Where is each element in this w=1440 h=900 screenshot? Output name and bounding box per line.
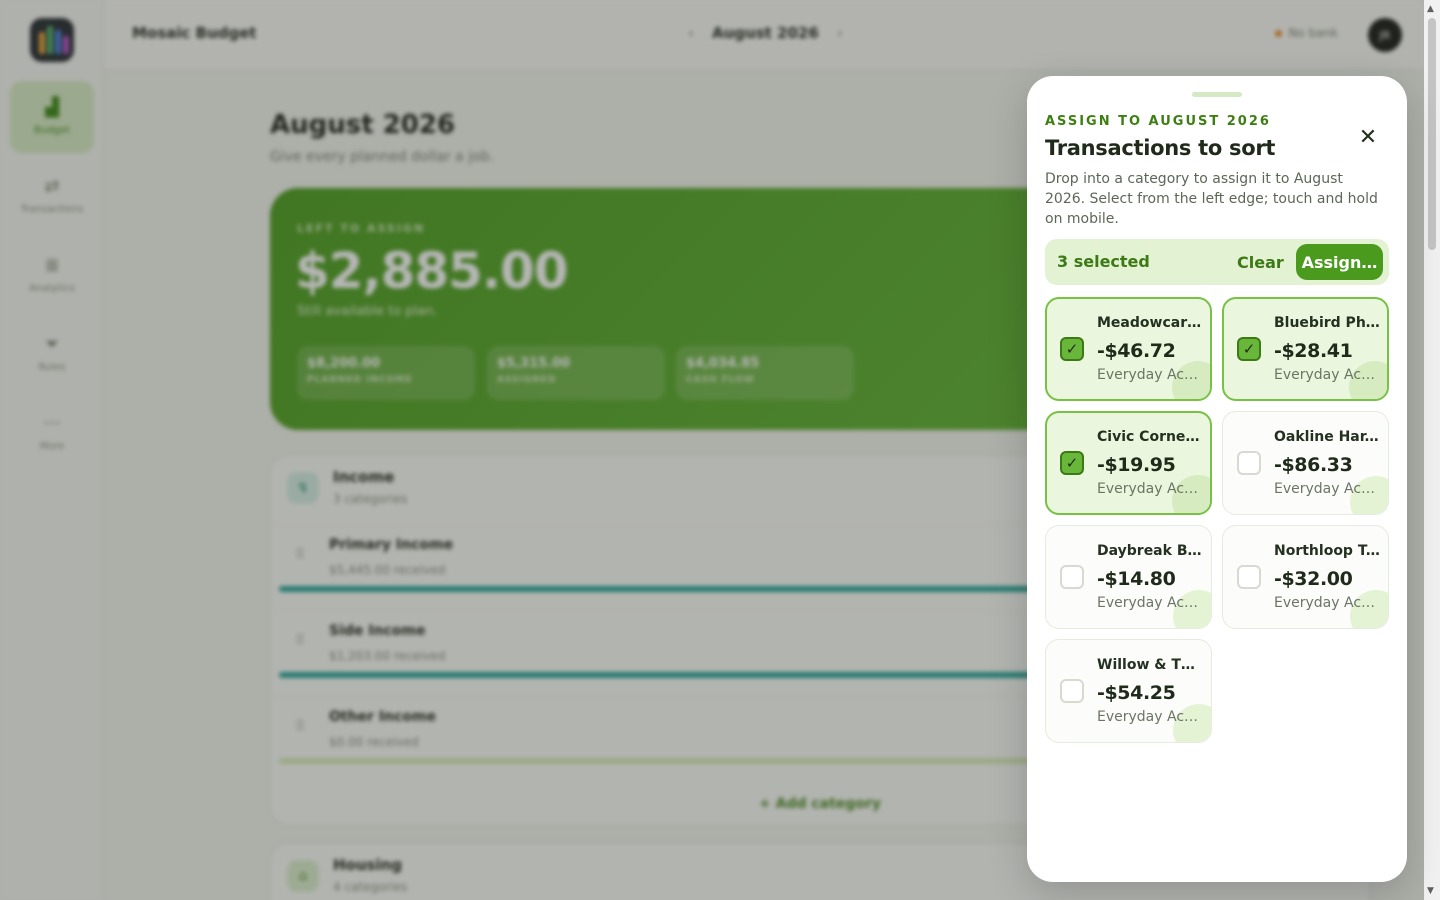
transaction-account: Everyday Acco... bbox=[1097, 709, 1203, 725]
checkbox[interactable] bbox=[1060, 565, 1084, 589]
scroll-down-icon[interactable]: ▼ bbox=[1427, 886, 1434, 896]
transaction-account: Everyday Acco... bbox=[1274, 595, 1380, 611]
selected-count: 3 selected bbox=[1057, 252, 1150, 271]
transaction-account: Everyday Acco... bbox=[1097, 595, 1203, 611]
transaction-card[interactable]: ✓ Meadowcart ... -$46.72 Everyday Acco... bbox=[1045, 297, 1212, 401]
transaction-amount: -$32.00 bbox=[1274, 568, 1353, 590]
transaction-merchant: Civic Corner ... bbox=[1097, 429, 1203, 445]
transaction-merchant: Meadowcart ... bbox=[1097, 315, 1203, 331]
transaction-merchant: Daybreak Ba... bbox=[1097, 543, 1203, 559]
transaction-amount: -$19.95 bbox=[1097, 454, 1176, 476]
checkbox-checked-icon[interactable]: ✓ bbox=[1060, 337, 1084, 361]
transaction-account: Everyday Acco... bbox=[1274, 367, 1380, 383]
transaction-card[interactable]: ✓ Civic Corner ... -$19.95 Everyday Acco... bbox=[1045, 411, 1212, 515]
checkbox[interactable] bbox=[1237, 451, 1261, 475]
scroll-thumb[interactable] bbox=[1428, 18, 1436, 250]
transaction-merchant: Willow & Thr... bbox=[1097, 657, 1203, 673]
transaction-amount: -$46.72 bbox=[1097, 340, 1176, 362]
checkbox[interactable] bbox=[1237, 565, 1261, 589]
selection-bar: 3 selected Clear Assign… bbox=[1045, 239, 1389, 285]
drawer-title: Transactions to sort bbox=[1045, 136, 1276, 160]
transaction-amount: -$14.80 bbox=[1097, 568, 1176, 590]
transaction-amount: -$28.41 bbox=[1274, 340, 1353, 362]
page-scrollbar[interactable]: ▲ ▼ bbox=[1424, 0, 1440, 900]
transaction-account: Everyday Acco... bbox=[1097, 367, 1203, 383]
transaction-account: Everyday Acco... bbox=[1274, 481, 1380, 497]
drawer-drag-handle[interactable] bbox=[1192, 92, 1242, 97]
transaction-account: Everyday Acco... bbox=[1097, 481, 1203, 497]
transaction-card[interactable]: Daybreak Ba... -$14.80 Everyday Acco... bbox=[1045, 525, 1212, 629]
transaction-amount: -$86.33 bbox=[1274, 454, 1353, 476]
checkbox-checked-icon[interactable]: ✓ bbox=[1237, 337, 1261, 361]
assign-button[interactable]: Assign… bbox=[1296, 244, 1383, 280]
transaction-card[interactable]: Northloop Tr... -$32.00 Everyday Acco... bbox=[1222, 525, 1389, 629]
checkbox[interactable] bbox=[1060, 679, 1084, 703]
drawer-kicker: ASSIGN TO AUGUST 2026 bbox=[1045, 114, 1271, 129]
transaction-card[interactable]: Willow & Thr... -$54.25 Everyday Acco... bbox=[1045, 639, 1212, 743]
transaction-merchant: Oakline Har... bbox=[1274, 429, 1380, 445]
close-icon[interactable]: ✕ bbox=[1353, 122, 1383, 152]
assign-drawer: ASSIGN TO AUGUST 2026 Transactions to so… bbox=[1027, 76, 1407, 882]
drawer-description: Drop into a category to assign it to Aug… bbox=[1045, 171, 1378, 227]
clear-selection-button[interactable]: Clear bbox=[1229, 247, 1292, 277]
transaction-merchant: Northloop Tr... bbox=[1274, 543, 1380, 559]
checkbox-checked-icon[interactable]: ✓ bbox=[1060, 451, 1084, 475]
scroll-up-icon[interactable]: ▲ bbox=[1427, 4, 1434, 14]
transaction-card[interactable]: Oakline Har... -$86.33 Everyday Acco... bbox=[1222, 411, 1389, 515]
transaction-card[interactable]: ✓ Bluebird Pha... -$28.41 Everyday Acco... bbox=[1222, 297, 1389, 401]
transaction-amount: -$54.25 bbox=[1097, 682, 1176, 704]
transaction-merchant: Bluebird Pha... bbox=[1274, 315, 1380, 331]
